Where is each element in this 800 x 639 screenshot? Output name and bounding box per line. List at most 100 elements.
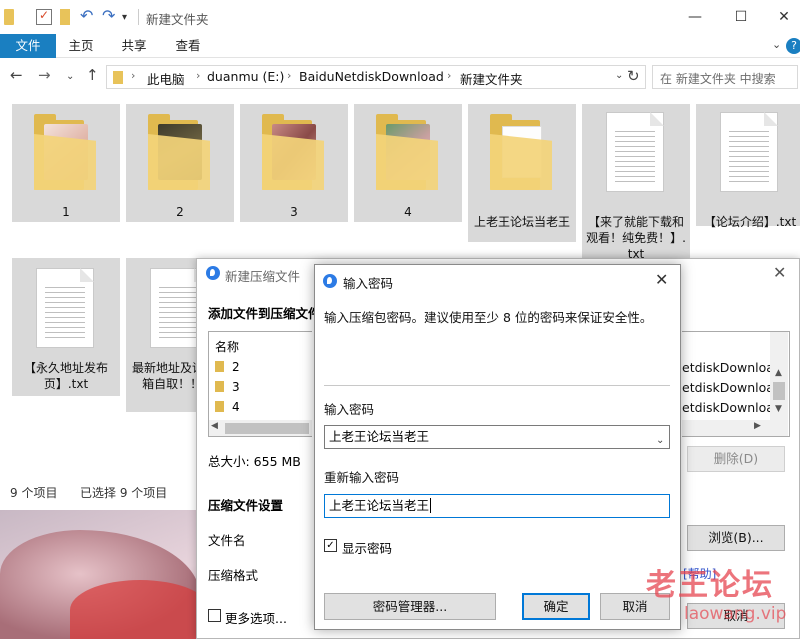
breadcrumb-this-pc[interactable]: 此电脑	[147, 69, 185, 88]
delete-button[interactable]: 删除(D)	[687, 446, 785, 472]
close-icon[interactable]: ✕	[773, 263, 786, 282]
horizontal-scrollbar[interactable]: ▶	[682, 420, 770, 436]
list-item[interactable]: 3	[215, 380, 240, 394]
scroll-left-icon[interactable]: ◀	[211, 421, 218, 431]
item-label: 【来了就能下载和观看！纯免费！】.txt	[586, 215, 686, 261]
folder-item[interactable]: 上老王论坛当老王	[468, 104, 576, 242]
list-item[interactable]: 2	[215, 360, 240, 374]
search-input[interactable]: 在 新建文件夹 中搜索	[652, 65, 798, 89]
ribbon-tabs: 文件 主页 共享 查看 ⌄ ?	[0, 34, 800, 58]
path-cell: etdiskDownloa	[682, 380, 774, 395]
item-label: 1	[62, 205, 70, 219]
close-icon[interactable]: ✕	[655, 270, 668, 289]
item-label: 上老王论坛当老王	[473, 215, 570, 229]
item-label: 【论坛介绍】.txt	[703, 215, 797, 229]
horizontal-scrollbar[interactable]: ◀	[209, 420, 312, 436]
confirm-password-label: 重新输入密码	[324, 470, 400, 485]
password-label: 输入密码	[324, 402, 375, 417]
breadcrumb-drive[interactable]: duanmu (E:)	[207, 69, 284, 84]
folder-thumbnail-icon	[262, 114, 324, 190]
folder-icon	[215, 381, 224, 392]
password-field[interactable]: 上老王论坛当老王 ⌄	[324, 425, 670, 449]
chevron-down-icon[interactable]: ⌄	[656, 430, 664, 452]
file-list-left[interactable]: 名称 2 3 4 ◀	[208, 331, 312, 437]
txt-file-item[interactable]: 【论坛介绍】.txt	[696, 104, 800, 229]
vertical-scrollbar[interactable]: ▲ ▼	[770, 332, 788, 436]
browse-button[interactable]: 浏览(B)...	[687, 525, 785, 551]
folder-icon	[215, 361, 224, 372]
password-manager-button[interactable]: 密码管理器...	[324, 593, 496, 620]
password-dialog: 输入密码 ✕ 输入压缩包密码。建议使用至少 8 位的密码来保证安全性。 输入密码…	[314, 264, 681, 630]
file-list-right[interactable]: etdiskDownloa etdiskDownloa etdiskDownlo…	[682, 331, 790, 437]
search-placeholder: 在 新建文件夹 中搜索	[660, 72, 776, 86]
format-label: 压缩格式	[208, 568, 259, 583]
ok-button[interactable]: 确定	[522, 593, 590, 620]
item-label: 3	[290, 205, 298, 219]
more-options-label[interactable]: 更多选项...	[225, 608, 287, 627]
expand-ribbon-icon[interactable]: ⌄	[772, 38, 781, 51]
dialog-title-bar: 输入密码 ✕	[315, 265, 680, 297]
list-item[interactable]: 4	[215, 400, 240, 414]
help-icon[interactable]: ?	[786, 38, 800, 54]
folder-item[interactable]: 1	[12, 104, 120, 222]
column-header-name[interactable]: 名称	[215, 338, 239, 355]
breadcrumb-baidunetdisk[interactable]: BaiduNetdiskDownload	[299, 69, 444, 84]
folder-item[interactable]: 4	[354, 104, 462, 222]
up-arrow-icon[interactable]: ↑	[86, 66, 99, 84]
chevron-right-icon[interactable]: ›	[447, 69, 451, 82]
breadcrumb-current-folder[interactable]: 新建文件夹	[460, 69, 523, 88]
tab-home[interactable]: 主页	[56, 34, 106, 58]
customize-toolbar-icon[interactable]: ▾	[122, 12, 138, 28]
scroll-thumb[interactable]	[773, 382, 785, 400]
folder-icon	[113, 71, 123, 84]
app-logo-icon	[323, 274, 337, 288]
address-history-icon[interactable]: ⌄	[615, 70, 623, 81]
chevron-right-icon[interactable]: ›	[196, 69, 200, 82]
show-password-checkbox[interactable]: ✓	[324, 539, 337, 552]
tab-file[interactable]: 文件	[0, 34, 56, 58]
archive-settings-heading: 压缩文件设置	[208, 498, 284, 513]
minimize-button[interactable]: —	[672, 0, 718, 34]
forward-arrow-icon[interactable]: →	[38, 66, 51, 84]
add-files-heading: 添加文件到压缩文件	[208, 306, 321, 321]
scroll-down-icon[interactable]: ▼	[775, 404, 782, 414]
more-options-checkbox[interactable]	[208, 609, 221, 622]
back-arrow-icon[interactable]: ←	[10, 66, 23, 84]
tab-view[interactable]: 查看	[162, 34, 214, 58]
redo-icon[interactable]: ↷	[102, 6, 118, 25]
folder-item[interactable]: 3	[240, 104, 348, 222]
title-bar: ↶ ↷ ▾ 新建文件夹 — ☐ ✕	[0, 0, 800, 34]
folder-icon	[490, 114, 552, 190]
scroll-right-icon[interactable]: ▶	[754, 421, 761, 431]
scroll-thumb[interactable]	[225, 423, 309, 434]
folder-item[interactable]: 2	[126, 104, 234, 222]
properties-icon[interactable]	[36, 8, 52, 25]
chevron-right-icon[interactable]: ›	[131, 69, 135, 82]
text-file-icon	[720, 112, 778, 192]
undo-icon[interactable]: ↶	[80, 6, 96, 25]
divider	[138, 9, 139, 25]
chevron-right-icon[interactable]: ›	[287, 69, 291, 82]
watermark-url: laowang.vip	[684, 604, 787, 624]
text-file-icon	[606, 112, 664, 192]
selected-count: 已选择 9 个项目	[80, 486, 168, 500]
show-password-label[interactable]: 显示密码	[342, 538, 392, 557]
maximize-button[interactable]: ☐	[718, 0, 764, 34]
item-label: 【永久地址发布页】.txt	[23, 361, 108, 391]
close-button[interactable]: ✕	[764, 0, 800, 34]
new-folder-icon[interactable]	[60, 9, 70, 25]
divider	[324, 385, 670, 386]
total-size: 总大小: 655 MB	[208, 454, 301, 469]
confirm-password-value: 上老王论坛当老王	[329, 498, 430, 513]
wallpaper-art	[70, 580, 210, 639]
scroll-up-icon[interactable]: ▲	[775, 368, 782, 378]
txt-file-item[interactable]: 【永久地址发布页】.txt	[12, 258, 120, 396]
address-bar[interactable]: › 此电脑 › duanmu (E:) › BaiduNetdiskDownlo…	[106, 65, 646, 89]
tab-share[interactable]: 共享	[108, 34, 160, 58]
refresh-icon[interactable]: ↻	[627, 67, 640, 85]
confirm-password-field[interactable]: 上老王论坛当老王	[324, 494, 670, 518]
text-file-icon	[36, 268, 94, 348]
list-item-label: 2	[232, 360, 240, 374]
txt-file-item[interactable]: 【来了就能下载和观看！纯免费！】.txt	[582, 104, 690, 261]
recent-locations-icon[interactable]: ⌄	[66, 71, 74, 82]
